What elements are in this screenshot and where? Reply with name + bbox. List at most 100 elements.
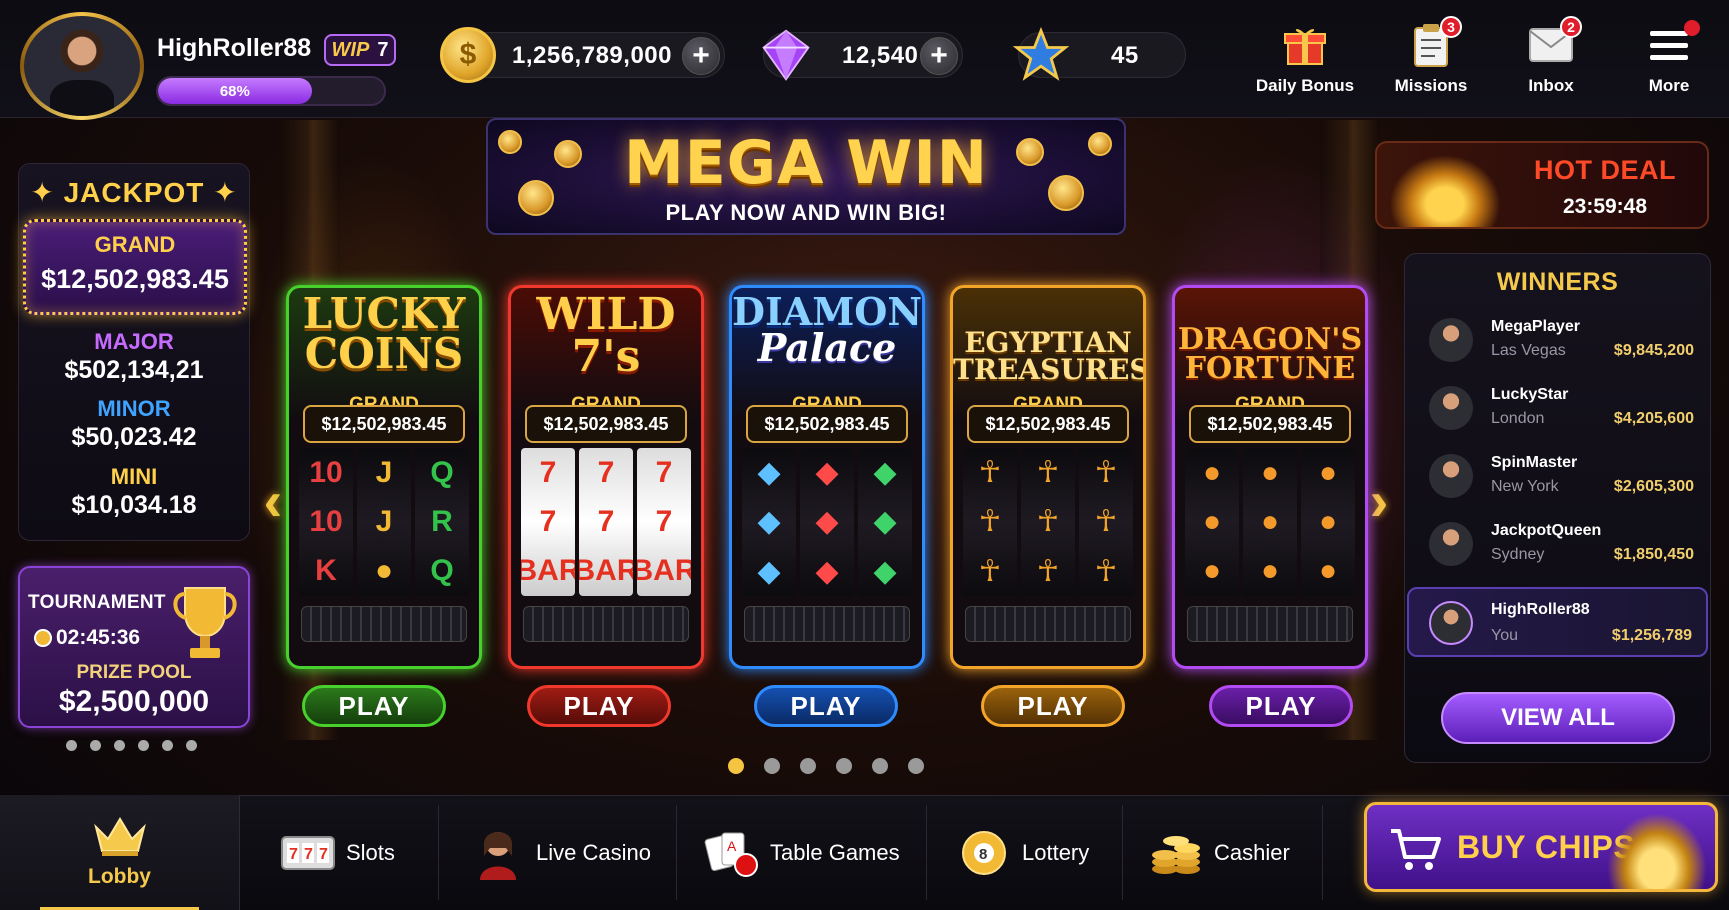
pager-dot[interactable] — [90, 740, 101, 751]
winner-row[interactable]: MegaPlayer Las Vegas $9,845,200 — [1415, 308, 1700, 374]
major-label: MAJOR — [94, 329, 174, 354]
add-gems-button[interactable]: + — [920, 37, 958, 75]
pager-dot[interactable] — [872, 758, 888, 774]
hot-deal-card[interactable]: HOT DEAL 23:59:48 — [1375, 141, 1709, 229]
play-diamond-palace-button[interactable]: PLAY — [754, 685, 898, 727]
game-grand-value: $12,502,983.45 — [303, 405, 465, 443]
pager-dot[interactable] — [908, 758, 924, 774]
daily-bonus-label: Daily Bonus — [1255, 76, 1355, 95]
view-all-button[interactable]: VIEW ALL — [1441, 692, 1675, 744]
pager-dot-active[interactable] — [728, 758, 744, 774]
jackpot-grand: GRAND $12,502,983.45 — [23, 219, 247, 315]
winner-avatar — [1429, 601, 1473, 645]
tab-slots-label: Slots — [346, 839, 395, 865]
carousel-next-button[interactable]: › — [1364, 469, 1394, 532]
banner-subtitle: PLAY NOW AND WIN BIG! — [665, 200, 947, 225]
carousel-prev-button[interactable]: ‹ — [258, 469, 288, 532]
tournament-card[interactable]: TOURNAMENT 02:45:36 PRIZE POOL $2,500,00… — [18, 566, 250, 728]
stars-value: 45 — [1111, 42, 1139, 69]
pager-dot[interactable] — [764, 758, 780, 774]
pager-dot[interactable] — [114, 740, 125, 751]
hot-deal-timer: 23:59:48 — [1562, 195, 1648, 218]
tab-lobby-label: Lobby — [88, 865, 151, 888]
more-notification-dot — [1684, 20, 1700, 36]
more-label: More — [1648, 76, 1690, 95]
prize-pool-label: PRIZE POOL — [76, 662, 192, 683]
buy-chips-button[interactable]: BUY CHIPS — [1364, 802, 1718, 892]
gems-balance: 12,540 + — [762, 29, 963, 81]
tab-cashier[interactable]: Cashier — [1148, 795, 1290, 910]
trophy-icon — [173, 587, 237, 658]
svg-text:7: 7 — [289, 846, 298, 863]
missions-button[interactable]: 3 Missions — [1376, 16, 1486, 102]
winner-avatar — [1429, 386, 1473, 430]
slot-frame: DIAMOND Palace GRAND $12,502,983.45 ◆◆◆ … — [729, 285, 925, 669]
winner-city: Las Vegas — [1491, 342, 1566, 359]
slot-lucky-coins[interactable]: LUCKYCOINS GRAND $12,502,983.45 1010K JJ… — [286, 285, 482, 669]
top-bar: HighRoller88 WIP 7 68% $ 1,256,789,000 +… — [0, 0, 1729, 120]
minor-label: MINOR — [97, 396, 171, 421]
winner-row-current-user[interactable]: HighRoller88 You $1,256,789 — [1407, 587, 1708, 657]
winner-avatar — [1429, 454, 1473, 498]
winner-name: LuckyStar — [1491, 386, 1569, 403]
winner-row[interactable]: SpinMaster New York $2,605,300 — [1415, 444, 1700, 510]
inbox-button[interactable]: 2 Inbox — [1496, 16, 1606, 102]
winner-amount: $1,256,789 — [1611, 627, 1692, 644]
pager-dot[interactable] — [66, 740, 77, 751]
player-profile[interactable]: HighRoller88 WIP 7 68% — [10, 8, 396, 120]
play-dragons-fortune-button[interactable]: PLAY — [1209, 685, 1353, 727]
tournament-pager[interactable] — [66, 740, 197, 751]
pager-dot[interactable] — [800, 758, 816, 774]
coins-balance: $ 1,256,789,000 + — [440, 27, 725, 83]
daily-bonus-button[interactable]: Daily Bonus — [1250, 22, 1360, 102]
player-avatar[interactable] — [20, 12, 144, 120]
mini-value: $10,034.18 — [71, 491, 197, 519]
slot-diamond-palace[interactable]: DIAMOND Palace GRAND $12,502,983.45 ◆◆◆ … — [729, 285, 925, 669]
slot-console — [301, 606, 467, 642]
carousel-pager[interactable] — [728, 758, 924, 774]
tab-lottery-label: Lottery — [1022, 839, 1090, 865]
slot-egyptian-treasures[interactable]: EGYPTIANTREASURES GRAND $12,502,983.45 ☥… — [950, 285, 1146, 669]
pager-dot[interactable] — [836, 758, 852, 774]
mega-win-banner[interactable]: MEGA WIN PLAY NOW AND WIN BIG! — [486, 118, 1126, 235]
coin-icon: $ — [440, 27, 496, 83]
slot-console — [744, 606, 910, 642]
winner-amount: $2,605,300 — [1613, 478, 1694, 495]
play-lucky-coins-button[interactable]: PLAY — [302, 685, 446, 727]
pager-dot[interactable] — [162, 740, 173, 751]
xp-progress-bar: 68% — [156, 76, 386, 106]
pager-dot[interactable] — [186, 740, 197, 751]
tab-lobby[interactable]: Lobby — [0, 795, 240, 910]
clock-icon — [34, 629, 52, 647]
vip-label: WIP — [331, 38, 370, 61]
slot-frame: LUCKYCOINS GRAND $12,502,983.45 1010K JJ… — [286, 285, 482, 669]
winner-row[interactable]: JackpotQueen Sydney $1,850,450 — [1415, 512, 1700, 578]
game-title: DIAMOND Palace — [732, 289, 923, 371]
more-button[interactable]: More — [1614, 20, 1724, 102]
tab-slots[interactable]: 777 Slots — [280, 795, 395, 910]
banner-title: MEGA WIN — [624, 128, 988, 198]
slot-console — [965, 606, 1131, 642]
menu-icon — [1646, 20, 1700, 68]
winner-amount: $1,850,450 — [1613, 546, 1694, 563]
play-wild-7s-button[interactable]: PLAY — [527, 685, 671, 727]
vip-badge: WIP 7 — [324, 34, 396, 66]
slot-wild-7s[interactable]: WILD7's GRAND $12,502,983.45 77BAR 77BAR… — [508, 285, 704, 669]
play-egyptian-treasures-button[interactable]: PLAY — [981, 685, 1125, 727]
tab-cashier-label: Cashier — [1214, 839, 1290, 865]
winners-panel: WINNERS MegaPlayer Las Vegas $9,845,200 … — [1404, 253, 1711, 763]
tab-live-casino-label: Live Casino — [536, 839, 651, 865]
tab-lottery[interactable]: 8 Lottery — [956, 795, 1089, 910]
cart-icon — [1391, 829, 1441, 870]
slot-dragons-fortune[interactable]: DRAGON'SFORTUNE GRAND $12,502,983.45 ●●●… — [1172, 285, 1368, 669]
winner-row[interactable]: LuckyStar London $4,205,600 — [1415, 376, 1700, 442]
tab-live-casino[interactable]: Live Casino — [470, 795, 651, 910]
tab-table-games[interactable]: A Table Games — [704, 795, 900, 910]
game-title: LUCKY COINS — [302, 289, 466, 378]
add-coins-button[interactable]: + — [682, 37, 720, 75]
winner-name: HighRoller88 — [1491, 601, 1590, 618]
slot-reels: ◆ ◆ ◆ ◆ ◆ ◆ ◆ ◆ ◆ — [742, 448, 912, 596]
hot-deal-title: HOT DEAL — [1534, 155, 1676, 185]
game-title: DRAGON'S FORTUNE — [1177, 322, 1363, 386]
pager-dot[interactable] — [138, 740, 149, 751]
